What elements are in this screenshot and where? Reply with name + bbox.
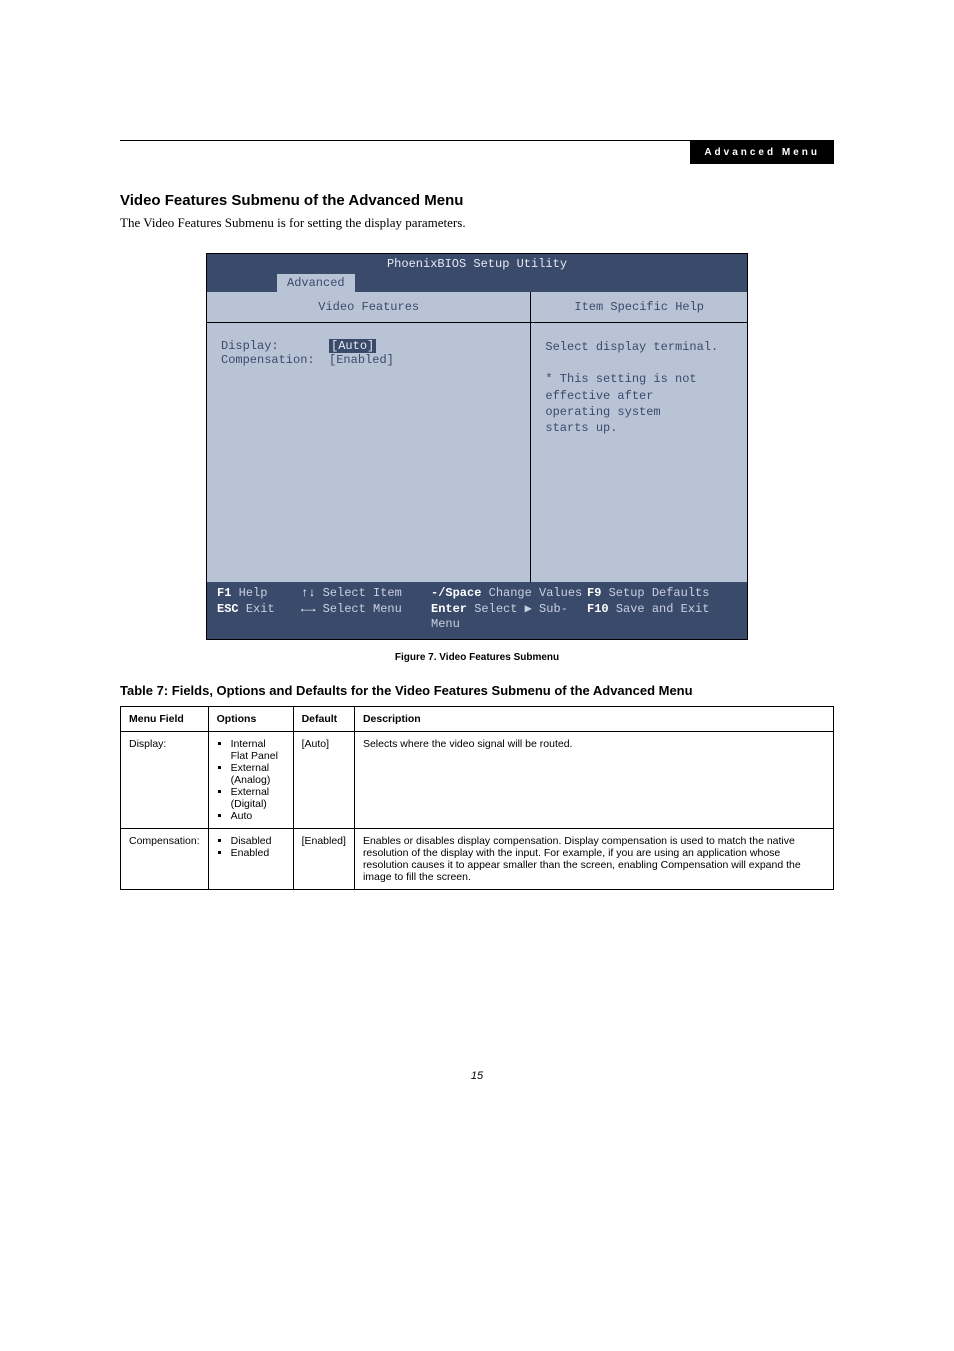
display-value: [Auto] xyxy=(329,339,376,353)
key-arrows-lr: ←→ xyxy=(301,602,315,616)
table-row: Display: Internal Flat Panel External (A… xyxy=(121,731,834,828)
bios-left-header: Video Features xyxy=(207,292,530,323)
bios-left-pane: Video Features Display: [Auto] Compensat… xyxy=(207,292,531,582)
cell-description: Enables or disables display compensation… xyxy=(354,828,833,889)
option: Enabled xyxy=(231,847,285,859)
help-line: * This setting is not xyxy=(545,371,733,387)
section-tag: Advanced Menu xyxy=(690,141,834,164)
bios-right-header: Item Specific Help xyxy=(531,292,747,323)
help-line: operating system xyxy=(545,404,733,420)
key-enter: Enter xyxy=(431,602,467,616)
cell-description: Selects where the video signal will be r… xyxy=(354,731,833,828)
bios-right-pane: Item Specific Help Select display termin… xyxy=(531,292,747,582)
fields-table: Menu Field Options Default Description D… xyxy=(120,706,834,890)
cell-default: [Enabled] xyxy=(293,828,354,889)
option: External (Analog) xyxy=(231,762,285,786)
compensation-value: [Enabled] xyxy=(329,353,394,367)
cell-menu-field: Compensation: xyxy=(121,828,209,889)
option: Internal Flat Panel xyxy=(231,738,285,762)
cell-options: Disabled Enabled xyxy=(208,828,293,889)
bios-row-compensation: Compensation: [Enabled] xyxy=(221,353,516,367)
bios-tab-advanced: Advanced xyxy=(277,274,355,292)
bios-screenshot: PhoenixBIOS Setup Utility Advanced Video… xyxy=(206,253,748,640)
option: External (Digital) xyxy=(231,786,285,810)
key-arrows-ud: ↑↓ xyxy=(301,586,315,600)
key-esc: ESC xyxy=(217,602,239,616)
help-line: Select display terminal. xyxy=(545,339,733,355)
page-number: 15 xyxy=(120,1070,834,1082)
key-f10: F10 xyxy=(587,602,609,616)
option: Disabled xyxy=(231,835,285,847)
figure-caption: Figure 7. Video Features Submenu xyxy=(120,652,834,663)
section-title: Video Features Submenu of the Advanced M… xyxy=(120,192,834,209)
th-menu-field: Menu Field xyxy=(121,706,209,731)
compensation-label: Compensation: xyxy=(221,353,315,367)
intro-text: The Video Features Submenu is for settin… xyxy=(120,215,834,231)
header-bar: Advanced Menu xyxy=(120,141,834,164)
bios-help-text: Select display terminal. * This setting … xyxy=(531,323,747,582)
bios-title: PhoenixBIOS Setup Utility xyxy=(207,254,747,274)
label-save-exit: Save and Exit xyxy=(616,602,710,616)
option: Auto xyxy=(231,810,285,822)
cell-menu-field: Display: xyxy=(121,731,209,828)
bios-tabs: Advanced xyxy=(207,274,747,292)
label-change-values: Change Values xyxy=(489,586,583,600)
help-line: effective after xyxy=(545,388,733,404)
table-row: Compensation: Disabled Enabled [Enabled]… xyxy=(121,828,834,889)
th-options: Options xyxy=(208,706,293,731)
cell-options: Internal Flat Panel External (Analog) Ex… xyxy=(208,731,293,828)
key-f9: F9 xyxy=(587,586,601,600)
help-line: starts up. xyxy=(545,420,733,436)
label-help: Help xyxy=(239,586,268,600)
label-select-item: Select Item xyxy=(323,586,402,600)
key-minus-space: -/Space xyxy=(431,586,481,600)
table-caption: Table 7: Fields, Options and Defaults fo… xyxy=(120,683,834,698)
bios-footer: F1 Help ↑↓ Select Item -/Space Change Va… xyxy=(207,582,747,639)
label-exit: Exit xyxy=(246,602,275,616)
label-setup-defaults: Setup Defaults xyxy=(609,586,710,600)
bios-row-display: Display: [Auto] xyxy=(221,339,516,353)
display-label: Display: xyxy=(221,339,279,353)
label-select-menu: Select Menu xyxy=(323,602,402,616)
cell-default: [Auto] xyxy=(293,731,354,828)
th-default: Default xyxy=(293,706,354,731)
th-description: Description xyxy=(354,706,833,731)
key-f1: F1 xyxy=(217,586,231,600)
